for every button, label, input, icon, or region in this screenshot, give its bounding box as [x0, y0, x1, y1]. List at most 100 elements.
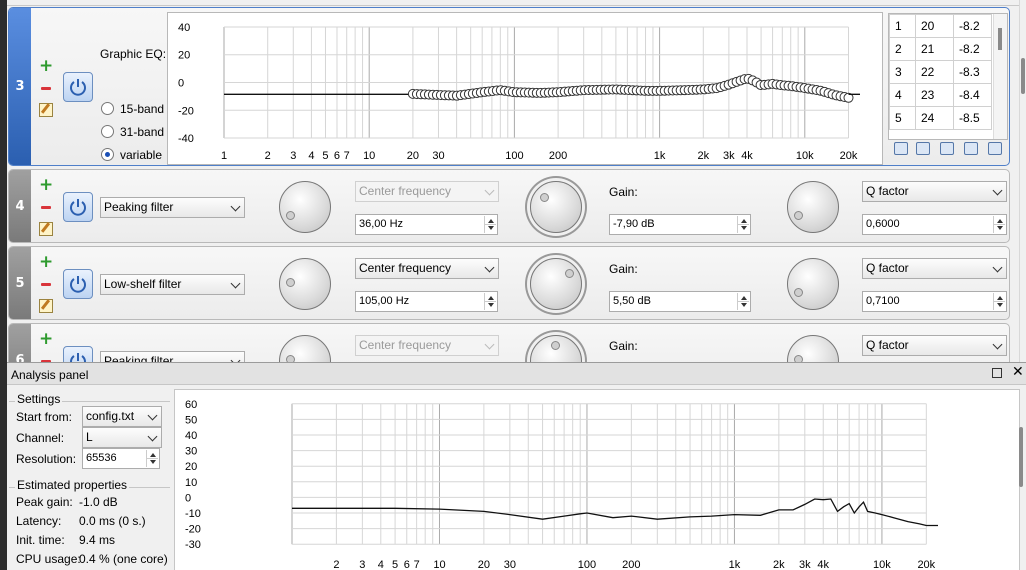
radio-15-band[interactable] [101, 102, 114, 115]
cell-frequency[interactable]: 24 [915, 106, 954, 130]
radio-31-band[interactable] [101, 125, 114, 138]
radio-variable[interactable] [101, 148, 114, 161]
cell-gain[interactable]: -8.2 [953, 14, 992, 38]
q-knob[interactable] [787, 181, 839, 233]
frequency-mode-select[interactable]: Center frequency [355, 181, 499, 202]
graphic-eq-graph[interactable]: 40 20 0 -20 -40 1 2 3 4 5 6 7 10 20 30 100 200 1k 2k 3k 4k 10… [167, 12, 883, 165]
filter-panel-4: 4 + Peaking filter Center frequency 36,0… [8, 169, 1010, 243]
add-filter-icon[interactable]: + [39, 331, 53, 348]
scrollbar-thumb[interactable] [1021, 58, 1025, 94]
q-mode-value: Q factor [866, 261, 909, 275]
spin-buttons[interactable] [737, 216, 749, 233]
cell-frequency[interactable]: 20 [915, 14, 954, 38]
init-time-value: 9.4 ms [79, 533, 116, 547]
close-icon[interactable]: ✕ [1012, 364, 1024, 380]
x-tick-label: 20 [407, 150, 419, 162]
cell-gain[interactable]: -8.5 [953, 106, 992, 130]
start-from-select[interactable]: config.txt [82, 406, 162, 427]
x-tick-label: 30 [432, 150, 444, 162]
channel-select[interactable]: L [82, 427, 162, 448]
q-spinbox[interactable]: 0,7100 [862, 291, 1007, 312]
x-tick-label: 4k [817, 559, 829, 570]
table-row[interactable]: 4 23 -8.4 [889, 83, 992, 107]
cell-gain[interactable]: -8.2 [953, 37, 992, 61]
add-filter-icon[interactable]: + [39, 177, 53, 194]
table-row[interactable]: 1 20 -8.2 [889, 14, 992, 38]
q-knob[interactable] [787, 258, 839, 310]
resolution-spinbox[interactable]: 65536 [82, 448, 160, 469]
frequency-knob[interactable] [279, 258, 331, 310]
knob-indicator [286, 211, 295, 220]
shift-up-icon[interactable] [964, 142, 978, 155]
edit-filter-icon[interactable] [39, 103, 53, 117]
frequency-mode-value: Center frequency [359, 184, 452, 198]
spin-buttons[interactable] [146, 450, 158, 467]
gain-knob[interactable] [530, 181, 582, 233]
chevron-down-icon [484, 339, 495, 350]
gain-spinbox[interactable]: 5,50 dB [609, 291, 751, 312]
x-tick-label: 200 [549, 150, 567, 162]
cell-gain[interactable]: -8.3 [953, 60, 992, 84]
eq-points-table[interactable]: 1 20 -8.2 2 21 -8.2 3 22 -8.3 4 23 -8.4 5 24 -8.5 [888, 13, 1008, 140]
q-mode-select[interactable]: Q factor [862, 181, 1007, 202]
remove-filter-icon[interactable] [39, 200, 53, 214]
cpu-usage-label: CPU usage: [16, 552, 81, 566]
edit-filter-icon[interactable] [39, 299, 53, 313]
filter-type-select[interactable]: Low-shelf filter [100, 274, 245, 295]
edit-filter-icon[interactable] [39, 222, 53, 236]
spin-buttons[interactable] [484, 293, 496, 310]
filter-type-select[interactable]: Peaking filter [100, 197, 245, 218]
power-toggle-button[interactable] [63, 72, 93, 102]
x-tick-label: 4 [308, 150, 314, 162]
restore-icon[interactable] [992, 368, 1002, 378]
spin-buttons[interactable] [993, 216, 1005, 233]
chevron-down-icon [992, 339, 1003, 350]
power-toggle-button[interactable] [63, 269, 93, 299]
table-scrollbar-thumb[interactable] [998, 28, 1002, 50]
add-filter-icon[interactable]: + [39, 58, 53, 75]
add-filter-icon[interactable]: + [39, 254, 53, 271]
cell-frequency[interactable]: 21 [915, 37, 954, 61]
cell-gain[interactable]: -8.4 [953, 83, 992, 107]
graphic-eq-chart[interactable]: 40200-20-401 2 3 4 5 6 7 10 20 30 100 200 1k 2k 3k 4k 10… [168, 13, 882, 164]
import-icon[interactable] [916, 142, 930, 155]
x-tick-label: 3 [359, 559, 365, 570]
channel-label: Channel: [16, 431, 65, 445]
gain-knob[interactable] [530, 258, 582, 310]
q-mode-select[interactable]: Q factor [862, 258, 1007, 279]
q-spinbox[interactable]: 0,6000 [862, 214, 1007, 235]
remove-filter-icon[interactable] [39, 81, 53, 95]
table-row[interactable]: 2 21 -8.2 [889, 37, 992, 61]
invert-icon[interactable] [940, 142, 954, 155]
x-tick-label: 1k [654, 150, 666, 162]
y-tick-label: -30 [185, 539, 201, 551]
q-mode-select[interactable]: Q factor [862, 335, 1007, 356]
frequency-response-chart[interactable]: 6050403020100-10-20-302 3 4 5 6 7 10 20 30 100 200… [175, 390, 1019, 570]
frequency-mode-select[interactable]: Center frequency [355, 258, 499, 279]
table-row[interactable]: 5 24 -8.5 [889, 106, 992, 130]
filters-scrollbar[interactable] [1019, 0, 1026, 362]
spin-buttons[interactable] [993, 293, 1005, 310]
radio-label-31-band: 31-band [120, 125, 165, 139]
frequency-spinbox[interactable]: 105,00 Hz [355, 291, 498, 312]
chevron-down-icon [147, 431, 158, 442]
table-row[interactable]: 3 22 -8.3 [889, 60, 992, 84]
spin-buttons[interactable] [484, 216, 496, 233]
save-icon[interactable] [894, 142, 908, 155]
power-toggle-button[interactable] [63, 192, 93, 222]
resolution-value: 65536 [86, 452, 117, 464]
analysis-graph[interactable]: 60 50 40 30 20 10 0 -10 -20 -30 2 3 4 5 6 7 10 20 30 100 200… [174, 389, 1020, 570]
cell-frequency[interactable]: 23 [915, 83, 954, 107]
shift-down-icon[interactable] [988, 142, 1002, 155]
y-tick-label: 40 [178, 22, 190, 34]
cell-frequency[interactable]: 22 [915, 60, 954, 84]
remove-filter-icon[interactable] [39, 277, 53, 291]
table-scrollbar[interactable] [993, 14, 1007, 139]
analysis-scrollbar-thumb[interactable] [1019, 427, 1023, 487]
y-tick-label: 0 [178, 78, 184, 90]
frequency-knob[interactable] [279, 181, 331, 233]
frequency-spinbox[interactable]: 36,00 Hz [355, 214, 498, 235]
gain-spinbox[interactable]: -7,90 dB [609, 214, 751, 235]
frequency-mode-select[interactable]: Center frequency [355, 335, 499, 356]
spin-buttons[interactable] [737, 293, 749, 310]
